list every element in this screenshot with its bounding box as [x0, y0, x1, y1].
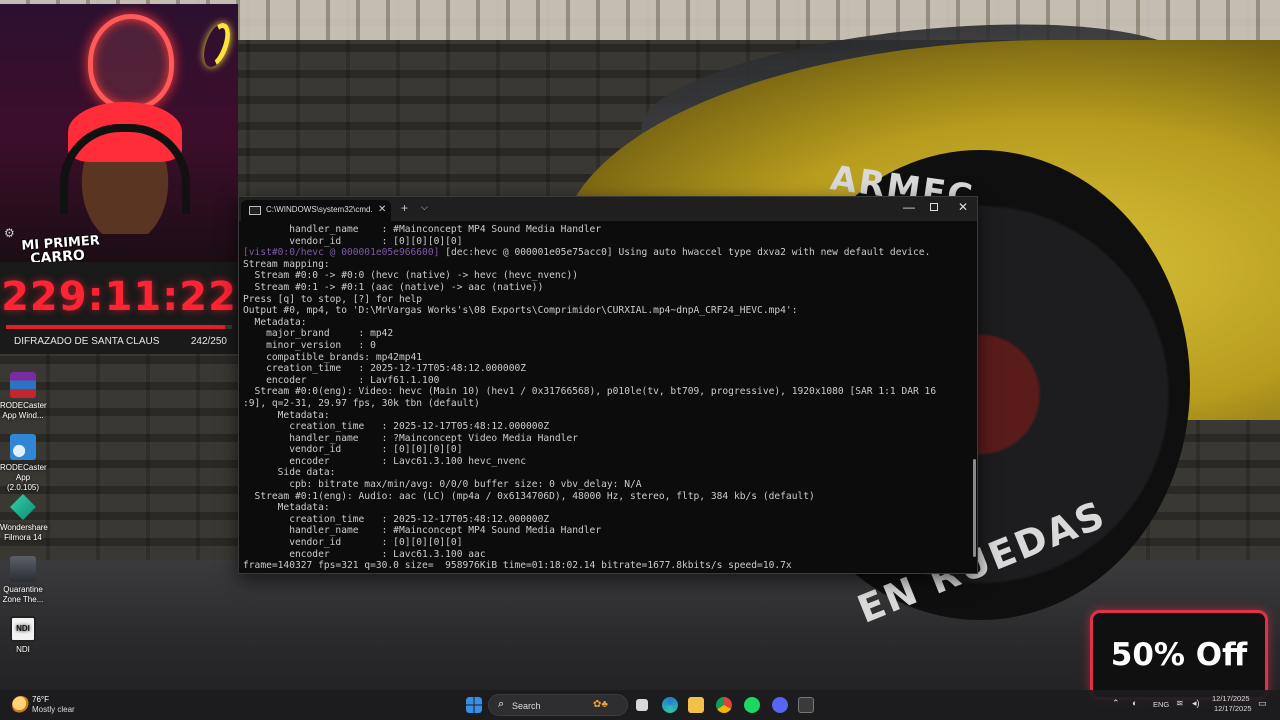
minimize-button[interactable]: — — [903, 200, 915, 214]
tray-overflow-chevron-icon[interactable]: ⌃ — [1112, 698, 1120, 709]
terminal-line: Stream #0:1(eng): Audio: aac (LC) (mp4a … — [243, 490, 815, 502]
goal-count: 242/250 — [190, 336, 227, 347]
edge-icon[interactable] — [662, 697, 678, 713]
terminal-line: encoder : Lavf61.1.100 — [243, 374, 440, 386]
close-button[interactable]: ✕ — [958, 200, 968, 214]
search-placeholder: Search — [512, 701, 541, 711]
desktop-icon-filmora[interactable]: Wondershare Filmora 14 — [0, 494, 48, 543]
maximize-button[interactable] — [930, 203, 938, 211]
terminal-line: Metadata: — [243, 502, 330, 514]
search-highlight-icon: ✿♣ — [593, 699, 608, 710]
terminal-line: Metadata: — [243, 409, 330, 421]
cmd-terminal-window[interactable]: C:\WINDOWS\system32\cmd. ✕ + ⌵ — ✕ handl… — [238, 196, 978, 574]
terminal-line: frame=140327 fps=321 q=30.0 size= 958976… — [243, 560, 792, 572]
rodecaster-icon — [10, 434, 36, 460]
chrome-icon[interactable] — [716, 697, 732, 713]
terminal-line: Side data: — [243, 467, 336, 479]
language-indicator[interactable]: ENG — [1153, 700, 1169, 709]
file-explorer-icon[interactable] — [688, 697, 704, 713]
winrar-icon — [10, 372, 36, 398]
terminal-line: creation_time : 2025-12-17T05:48:12.0000… — [243, 363, 527, 375]
goal-label: DIFRAZADO DE SANTA CLAUS — [14, 336, 160, 347]
promo-text: 50% Off — [1110, 637, 1248, 673]
desktop-icon-rodecaster-app[interactable]: RODECaster App (2.0.105) — [0, 434, 47, 493]
discord-icon[interactable] — [772, 697, 788, 713]
task-view-icon[interactable] — [636, 699, 648, 711]
terminal-line: vendor_id : [0][0][0][0] — [243, 537, 463, 549]
terminal-line: Metadata: — [243, 316, 307, 328]
spotify-icon[interactable] — [744, 697, 760, 713]
weather-temperature[interactable]: 76°F — [32, 695, 49, 704]
terminal-tab[interactable]: C:\WINDOWS\system32\cmd. ✕ — [241, 200, 391, 221]
terminal-line: handler_name : #Mainconcept MP4 Sound Me… — [243, 224, 602, 235]
notification-icon[interactable]: ▭ — [1258, 698, 1267, 709]
desktop-icon-label: RODECaster App (2.0.105) — [0, 463, 47, 492]
promo-badge: 50% Off — [1090, 610, 1268, 700]
cmd-icon — [249, 206, 261, 215]
desktop-icon-rodecaster-app-wind[interactable]: RODECaster App Wind... — [0, 372, 47, 421]
taskbar-search-box[interactable]: ⌕ Search ✿♣ — [488, 694, 628, 716]
terminal-line: compatible_brands: mp42mp41 — [243, 351, 423, 363]
terminal-line: :9], q=2-31, 29.97 fps, 30k tbn (default… — [243, 397, 480, 409]
start-icon[interactable] — [466, 697, 482, 713]
terminal-line: creation_time : 2025-12-17T05:48:12.0000… — [243, 513, 550, 525]
gear-icon: ⚙ — [4, 226, 15, 240]
terminal-line: cpb: bitrate max/min/avg: 0/0/0 buffer s… — [243, 479, 642, 491]
terminal-line: minor_version : 0 — [243, 339, 376, 351]
terminal-line: handler_name : ?Mainconcept Video Media … — [243, 432, 579, 444]
tab-dropdown-button[interactable]: ⌵ — [421, 202, 428, 213]
goal-progress-fill — [6, 325, 225, 329]
terminal-line: Output #0, mp4, to 'D:\MrVargas Works's\… — [243, 305, 798, 317]
tray-app-icon[interactable]: ◐ — [1132, 698, 1137, 708]
volume-icon[interactable]: ◂) — [1192, 698, 1200, 709]
tab-close-icon[interactable]: ✕ — [378, 204, 386, 215]
neon-banana-icon — [198, 19, 236, 71]
terminal-line: Stream #0:1 -> #0:1 (aac (native) -> aac… — [243, 281, 544, 293]
taskbar-clock-date[interactable]: 12/17/2025 — [1214, 704, 1252, 713]
terminal-line: Stream #0:0 -> #0:0 (hevc (native) -> he… — [243, 270, 579, 282]
terminal-line: [vist#0:0/hevc @ 000001e05e966600] [dec:… — [243, 247, 931, 259]
countdown-timer: 229:11:22 — [1, 274, 237, 320]
weather-moon-icon[interactable] — [12, 696, 30, 714]
terminal-line: creation_time : 2025-12-17T05:48:12.0000… — [243, 421, 550, 433]
terminal-line: Stream mapping: — [243, 258, 330, 270]
weather-description[interactable]: Mostly clear — [32, 705, 75, 714]
terminal-log-prefix: [vist#0:0/hevc @ 000001e05e966600] — [243, 247, 440, 259]
terminal-line: encoder : Lavc61.3.100 aac — [243, 548, 486, 560]
desktop-icon-label: NDI — [16, 645, 30, 654]
terminal-output[interactable]: handler_name : #Mainconcept MP4 Sound Me… — [243, 224, 968, 572]
taskbar-clock-time[interactable]: 12/17/2025 — [1212, 694, 1250, 703]
filmora-icon — [10, 494, 36, 520]
desktop-icon-ndi[interactable]: NDI NDI — [0, 616, 46, 655]
mi-primer-carro-badge: MI PRIMER CARRO — [21, 232, 131, 264]
terminal-line: Press [q] to stop, [?] for help — [243, 293, 423, 305]
desktop-icon-quarantine-zone[interactable]: Quarantine Zone The... — [0, 556, 46, 605]
goal-progress-bar — [6, 325, 232, 329]
terminal-line: major_brand : mp42 — [243, 328, 394, 340]
wifi-icon[interactable]: ≋ — [1176, 698, 1184, 709]
tab-title: C:\WINDOWS\system32\cmd. — [266, 205, 373, 214]
terminal-scrollbar[interactable] — [973, 459, 976, 557]
terminal-icon[interactable] — [798, 697, 814, 713]
new-tab-button[interactable]: + — [401, 201, 408, 215]
desktop-icon-label: RODECaster App Wind... — [0, 401, 47, 420]
ndi-icon: NDI — [10, 616, 36, 642]
terminal-line: handler_name : #Mainconcept MP4 Sound Me… — [243, 525, 602, 537]
game-icon — [10, 556, 36, 582]
neon-face-sign-icon — [88, 14, 174, 110]
desktop-icon-label: Quarantine Zone The... — [2, 585, 44, 604]
search-icon: ⌕ — [498, 698, 505, 710]
taskbar: 76°F Mostly clear ⌕ Search ✿♣ ⌃ ◐ ENG ≋ … — [0, 690, 1280, 720]
terminal-line: vendor_id : [0][0][0][0] — [243, 235, 463, 247]
webcam-overlay: ⚙ MI PRIMER CARRO — [0, 4, 238, 264]
terminal-line: Stream #0:0(eng): Video: hevc (Main 10) … — [243, 386, 937, 398]
subathon-timer-panel: 229:11:22 DIFRAZADO DE SANTA CLAUS 242/2… — [0, 262, 238, 354]
terminal-line: encoder : Lavc61.3.100 hevc_nvenc — [243, 455, 527, 467]
terminal-titlebar[interactable]: C:\WINDOWS\system32\cmd. ✕ + ⌵ — ✕ — [239, 197, 977, 221]
desktop-icon-label: Wondershare Filmora 14 — [0, 523, 48, 542]
terminal-line: vendor_id : [0][0][0][0] — [243, 444, 463, 456]
